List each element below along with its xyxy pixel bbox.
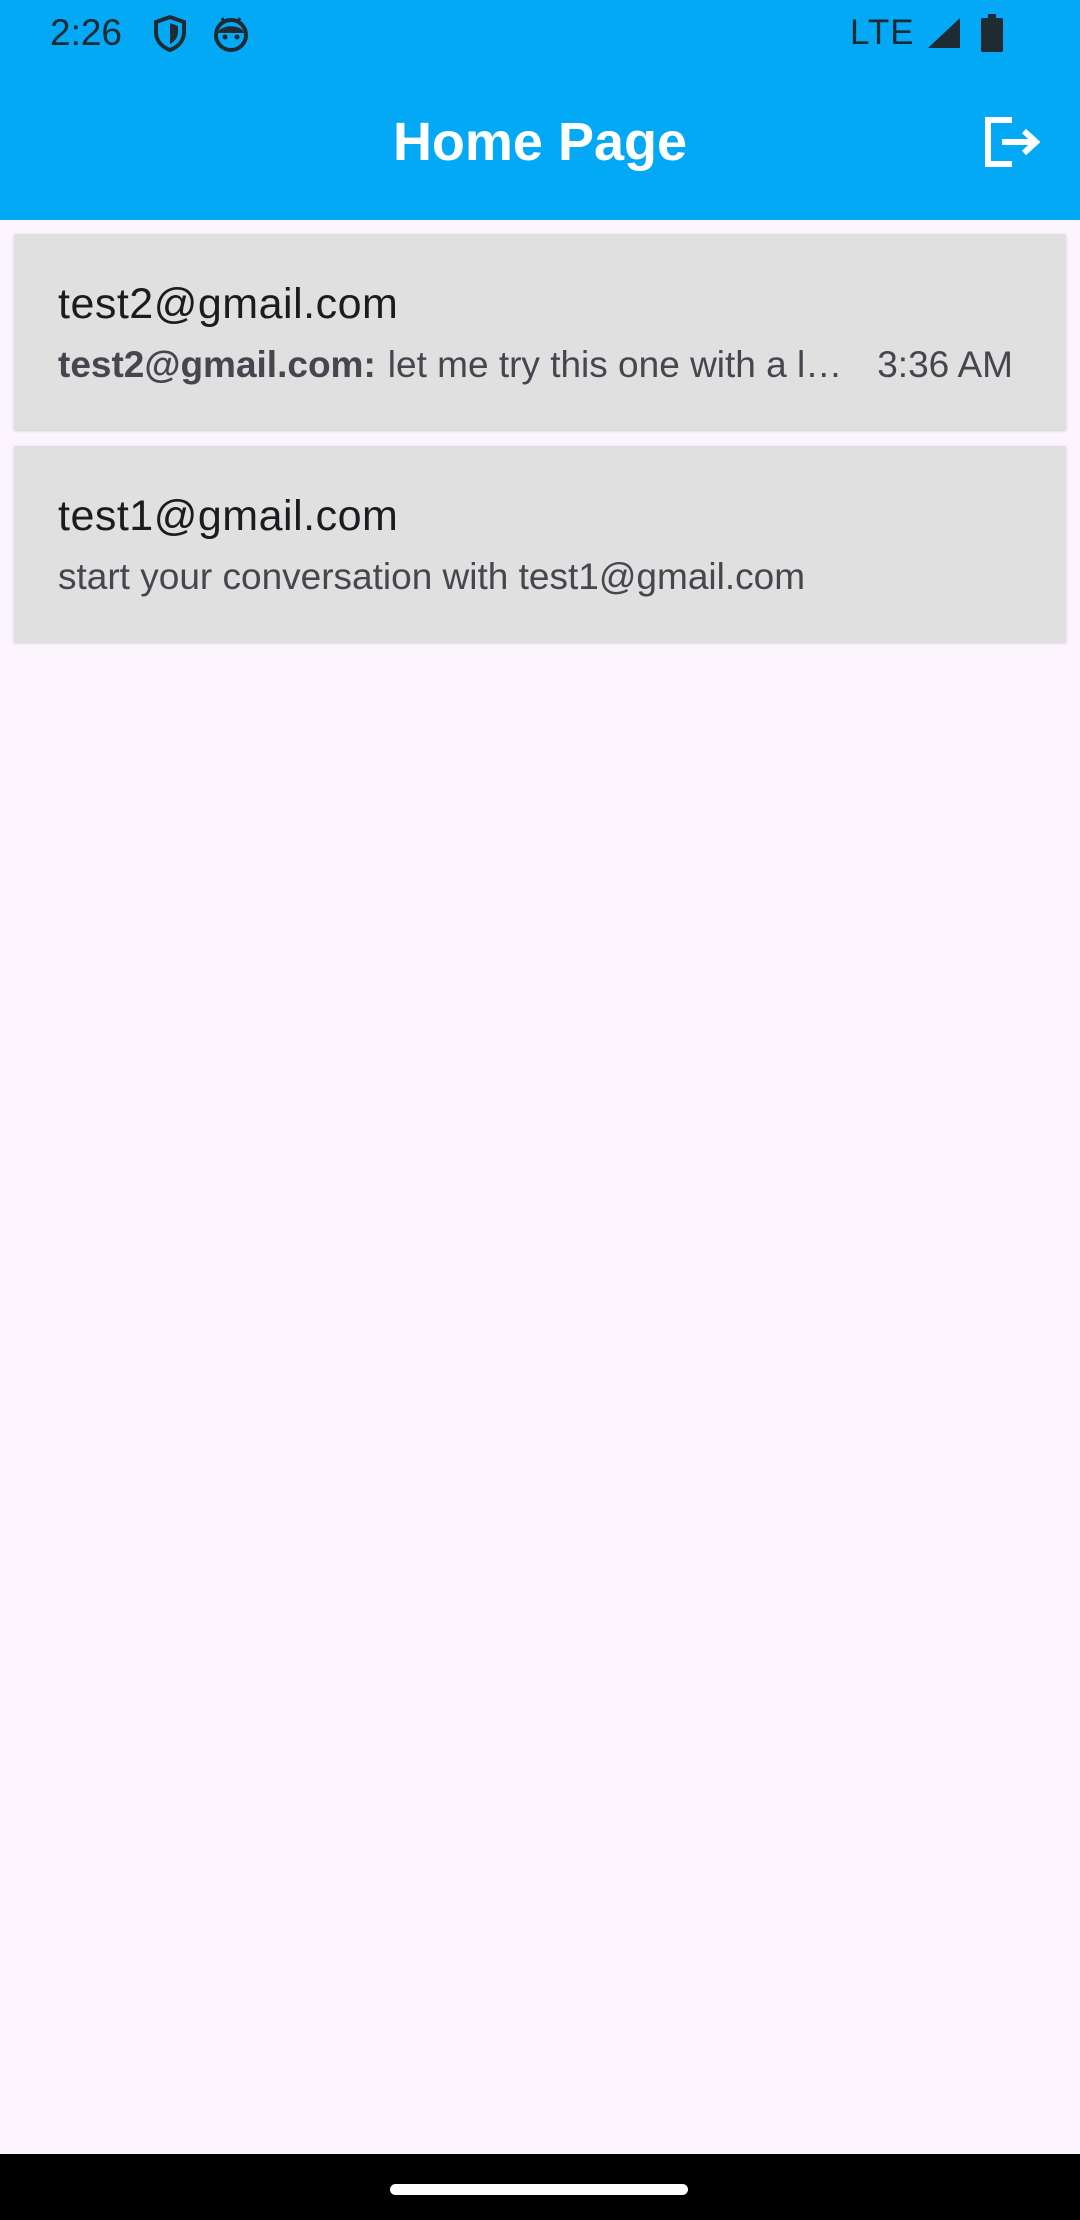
conversation-item[interactable]: test2@gmail.com test2@gmail.com: let me …: [14, 234, 1066, 430]
network-type: LTE: [850, 13, 915, 52]
status-bar: 2:26 LTE: [0, 0, 1080, 66]
status-time: 2:26: [50, 12, 123, 53]
last-message-sender: test2@gmail.com:: [58, 344, 376, 385]
battery-icon: [981, 14, 1003, 52]
last-message-preview: start your conversation with test1@gmail…: [58, 556, 806, 597]
app-bar: 2:26 LTE Home Page: [0, 0, 1080, 220]
home-gesture-handle[interactable]: [390, 2184, 688, 2195]
conversation-item[interactable]: test1@gmail.com start your conversation …: [14, 446, 1066, 642]
system-navigation-bar: [0, 2154, 1080, 2220]
page-title: Home Page: [392, 112, 688, 172]
conversation-subtitle: start your conversation with test1@gmail…: [58, 554, 1013, 600]
shield-icon: [154, 14, 186, 52]
logout-icon[interactable]: [982, 112, 1042, 172]
conversation-title: test2@gmail.com: [58, 280, 399, 328]
android-robot-icon: [214, 17, 248, 52]
signal-icon: [928, 18, 960, 48]
last-message-time: 3:36 AM: [877, 344, 1013, 385]
conversation-subtitle: test2@gmail.com: let me try this one wit…: [58, 342, 1013, 388]
last-message-preview: let me try this one with a longer messag…: [387, 344, 859, 385]
conversation-title: test1@gmail.com: [58, 492, 399, 540]
